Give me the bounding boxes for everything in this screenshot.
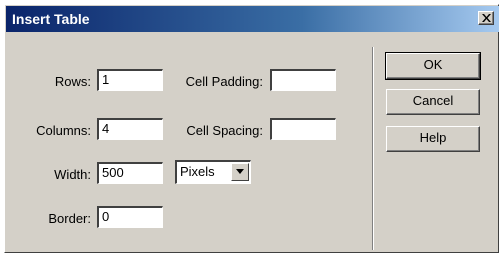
width-unit-select[interactable]: Pixels	[175, 160, 251, 184]
rows-label: Rows:	[54, 74, 91, 89]
insert-table-dialog: Insert Table Rows: 1 Columns: 4 Width: 5…	[4, 4, 499, 253]
dropdown-arrow-icon	[236, 169, 244, 174]
close-icon	[482, 14, 491, 22]
help-button[interactable]: Help	[386, 126, 480, 152]
title-bar[interactable]: Insert Table	[6, 6, 499, 32]
width-input[interactable]: 500	[97, 162, 163, 184]
width-label: Width:	[54, 167, 91, 182]
columns-label: Columns:	[36, 123, 91, 138]
border-label: Border:	[48, 211, 91, 226]
cell-padding-label: Cell Padding:	[185, 74, 263, 89]
rows-input[interactable]: 1	[97, 69, 163, 91]
ok-button[interactable]: OK	[385, 52, 481, 80]
close-button[interactable]	[478, 11, 494, 25]
vertical-divider	[372, 47, 374, 250]
cancel-button[interactable]: Cancel	[386, 89, 480, 115]
columns-input[interactable]: 4	[97, 118, 163, 140]
width-unit-dropdown-button[interactable]	[231, 163, 249, 181]
border-input[interactable]: 0	[97, 206, 163, 228]
cell-padding-input[interactable]	[270, 69, 336, 91]
cell-spacing-label: Cell Spacing:	[186, 123, 263, 138]
cell-spacing-input[interactable]	[270, 118, 336, 140]
width-unit-value: Pixels	[180, 164, 215, 179]
dialog-title: Insert Table	[12, 11, 90, 27]
